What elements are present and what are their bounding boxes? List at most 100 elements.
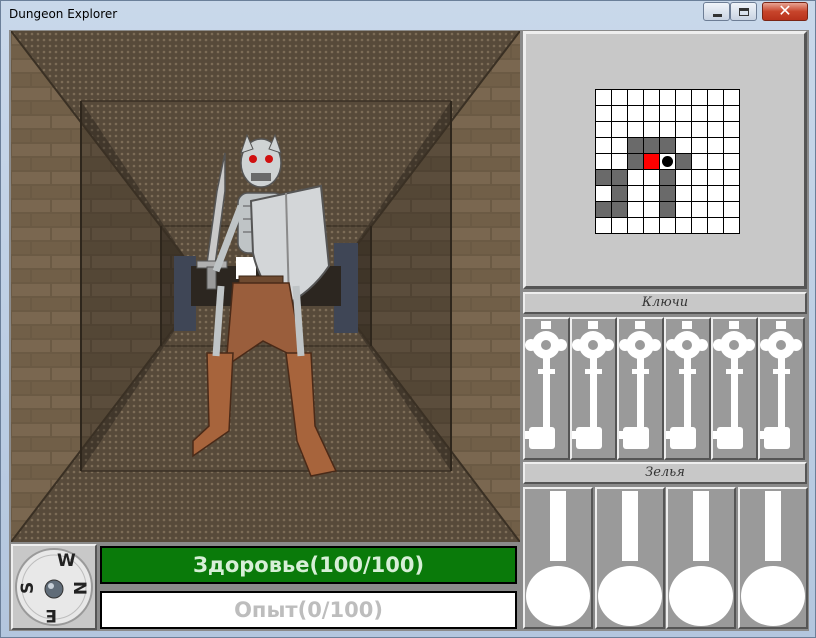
minimap-floor-cell [644,170,660,186]
close-button[interactable]: ✕ [762,1,808,21]
key-icon [572,321,614,449]
key-icon [619,321,661,449]
minimap-floor-cell [612,122,628,138]
minimap-wall-cell [628,138,644,154]
minimap-floor-cell [676,186,692,202]
minimap-floor-cell [708,106,724,122]
key-slot[interactable] [711,317,758,460]
minimap-panel [523,31,807,289]
maximize-button[interactable] [730,2,757,21]
minimap-floor-cell [708,154,724,170]
minimap-floor-cell [692,90,708,106]
minimap-floor-cell [628,106,644,122]
minimap-floor-cell [708,202,724,218]
potion-icon [669,491,733,626]
keys-inventory [523,317,809,460]
minimap-floor-cell [612,218,628,234]
minimap-floor-cell [596,138,612,154]
game-window: Dungeon Explorer ✕ Ключи Зелья W N S E З… [0,0,816,638]
health-text: Здоровье(100/100) [192,553,425,577]
minimap-floor-cell [692,106,708,122]
minimap-floor-cell [708,122,724,138]
minimap-floor-cell [676,106,692,122]
minimap-floor-cell [692,218,708,234]
compass-east: E [45,605,57,625]
key-slot[interactable] [664,317,711,460]
key-slot[interactable] [617,317,664,460]
compass-north: N [69,581,89,595]
key-icon [525,321,567,449]
minimap-floor-cell [628,122,644,138]
minimap-floor-cell [724,122,740,138]
window-title: Dungeon Explorer [9,7,118,21]
key-slot[interactable] [758,317,805,460]
key-icon [666,321,708,449]
minimap-floor-cell [644,90,660,106]
compass-panel: W N S E [11,544,97,630]
dungeon-corridor-scene [11,31,520,542]
minimize-icon [713,14,722,17]
minimap-wall-cell [612,202,628,218]
minimap-floor-cell [596,122,612,138]
minimap-floor-cell [708,218,724,234]
key-slot[interactable] [570,317,617,460]
title-bar[interactable]: Dungeon Explorer ✕ [1,1,815,29]
minimap-floor-cell [724,186,740,202]
potion-icon [526,491,590,626]
key-icon [760,321,802,449]
minimap-floor-cell [676,122,692,138]
minimap-floor-cell [676,138,692,154]
minimap-floor-cell [612,106,628,122]
minimap-player-marker [660,154,676,170]
compass-icon: W N S E [15,548,93,626]
potion-slot[interactable] [595,487,665,629]
minimap-floor-cell [596,90,612,106]
minimap-floor-cell [708,186,724,202]
compass-west: W [57,551,76,571]
minimap-floor-cell [676,202,692,218]
minimap-wall-cell [660,186,676,202]
minimap-floor-cell [708,138,724,154]
key-icon [713,321,755,449]
minimap-floor-cell [644,186,660,202]
minimap-floor-cell [692,170,708,186]
game-client-area: Ключи Зелья W N S E Здоровье(100/100) Оп… [9,30,809,631]
minimap-floor-cell [692,202,708,218]
minimap-wall-cell [628,154,644,170]
minimap-floor-cell [724,154,740,170]
minimap-grid [595,89,740,234]
minimap-floor-cell [692,122,708,138]
minimap-floor-cell [724,170,740,186]
keys-label: Ключи [523,292,807,314]
minimap-floor-cell [612,138,628,154]
minimap-wall-cell [660,170,676,186]
minimap-floor-cell [676,170,692,186]
minimap-floor-cell [612,90,628,106]
minimap-floor-cell [596,218,612,234]
minimap-floor-cell [596,106,612,122]
minimap-floor-cell [708,90,724,106]
key-slot[interactable] [523,317,570,460]
minimap-wall-cell [612,186,628,202]
potion-slot[interactable] [666,487,736,629]
minimap-floor-cell [596,186,612,202]
minimap-floor-cell [644,122,660,138]
experience-text: Опыт(0/100) [234,598,383,622]
minimap-floor-cell [612,154,628,170]
potion-slot[interactable] [738,487,808,629]
minimap-floor-cell [596,154,612,170]
minimap-floor-cell [724,202,740,218]
minimap-floor-cell [660,122,676,138]
minimize-button[interactable] [703,2,730,21]
minimap-floor-cell [628,90,644,106]
minimap-wall-cell [676,154,692,170]
minimap-wall-cell [660,202,676,218]
dungeon-view[interactable] [11,31,520,542]
minimap-floor-cell [676,90,692,106]
minimap-floor-cell [660,106,676,122]
potion-icon [598,491,662,626]
minimap-floor-cell [628,202,644,218]
potion-slot[interactable] [523,487,593,629]
potions-inventory [523,487,809,631]
minimap-floor-cell [644,106,660,122]
